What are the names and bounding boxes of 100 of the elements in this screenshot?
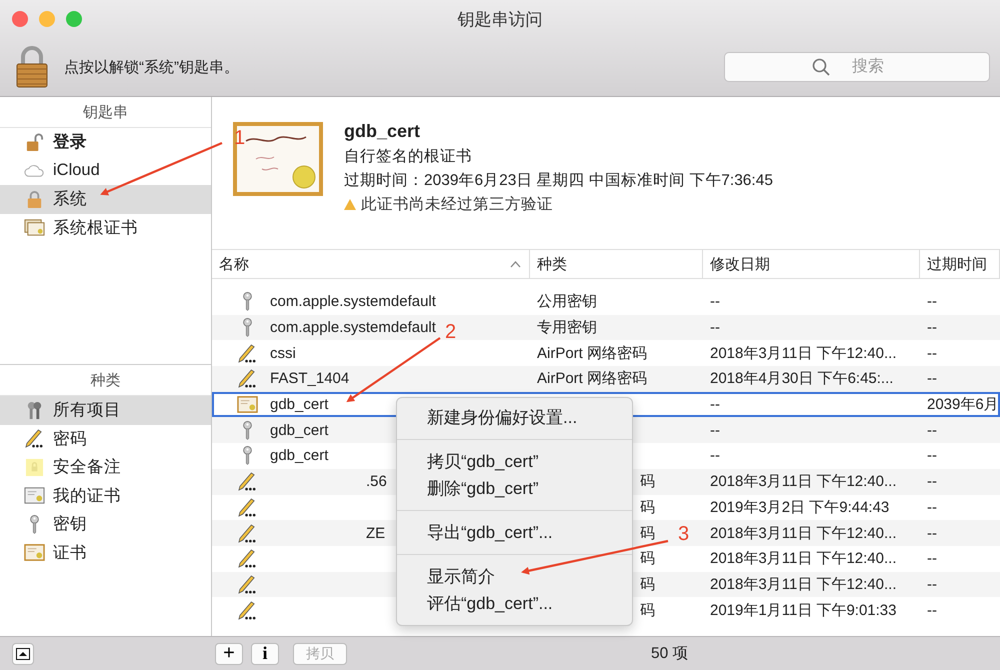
- unlocked-padlock-icon: [24, 132, 45, 152]
- table-cell: --: [927, 344, 937, 362]
- sidebar-header: 钥匙串: [83, 104, 128, 121]
- table-cell-text: 2018年3月11日 下午12:40...: [710, 524, 896, 544]
- column-header[interactable]: 种类: [530, 250, 703, 278]
- padlock-icon[interactable]: [14, 46, 50, 88]
- sort-caret-icon: [510, 260, 521, 268]
- sidebar-item[interactable]: 系统: [0, 185, 211, 214]
- expiry-date: 过期时间：2039年6月23日 星期四 中国标准时间 下午7:36:45: [344, 171, 773, 191]
- item-count: 50 项: [651, 644, 689, 664]
- table-cell: --: [927, 319, 937, 336]
- table-cell[interactable]: cssi: [270, 344, 296, 362]
- sidebar-item[interactable]: 所有项目: [0, 396, 211, 424]
- menu-item[interactable]: 拷贝“gdb_cert”: [397, 448, 632, 475]
- pencil-icon: [237, 369, 258, 388]
- menu-item[interactable]: 新建身份偏好设置...: [397, 404, 632, 431]
- close-button[interactable]: [12, 11, 28, 27]
- sidebar-item[interactable]: iCloud: [0, 156, 211, 185]
- window-title: 钥匙串访问: [458, 10, 542, 28]
- certificate-icon: [232, 121, 324, 197]
- table-cell[interactable]: ZE: [366, 524, 386, 542]
- sidebar-item[interactable]: 登录: [0, 128, 211, 156]
- table-cell: 码: [640, 498, 655, 517]
- add-button[interactable]: +: [215, 642, 243, 664]
- table-cell[interactable]: .56: [366, 473, 387, 490]
- table-cell: --: [927, 498, 937, 516]
- pencil-icon: [237, 524, 258, 543]
- table-cell: --: [927, 370, 937, 388]
- certificate-icon: [24, 486, 45, 506]
- table-cell[interactable]: com.apple.systemdefault: [270, 293, 436, 310]
- annotation-number: 3: [678, 524, 690, 544]
- table-cell: 码: [640, 524, 655, 543]
- lock-message: 点按以解锁“系统”钥匙串。: [64, 58, 240, 76]
- sidebar-item[interactable]: 安全备注: [0, 453, 211, 482]
- table-cell: AirPort 网络密码: [537, 344, 648, 363]
- table-cell: --: [927, 293, 937, 310]
- table-cell-text: --: [710, 292, 720, 312]
- pencil-icon: [237, 498, 258, 517]
- table-cell[interactable]: com.apple.systemdefault: [270, 319, 436, 336]
- pencil-icon: [237, 472, 258, 492]
- warning-text: 此证书尚未经过第三方验证: [361, 195, 553, 215]
- certificates-icon: [24, 218, 45, 238]
- table-cell-text: 2018年4月30日 下午6:45:...: [710, 369, 894, 390]
- search-field[interactable]: 搜索: [724, 52, 990, 82]
- table-cell: 专用密钥: [537, 318, 597, 338]
- table-cell: --: [927, 550, 937, 568]
- table-cell: AirPort 网络密码: [537, 369, 648, 388]
- table-cell-text: 2019年1月11日 下午9:01:33: [710, 600, 896, 621]
- zoom-button[interactable]: [66, 11, 82, 27]
- sidebar-item[interactable]: 系统根证书: [0, 214, 211, 242]
- certificate-type: 自行签名的根证书: [344, 147, 473, 167]
- toggle-sidebar-button[interactable]: [12, 642, 34, 664]
- table-cell[interactable]: gdb_cert: [270, 447, 328, 464]
- table-cell: 码: [640, 574, 655, 594]
- warning-icon: [344, 199, 356, 210]
- table-cell: --: [927, 473, 937, 490]
- column-header[interactable]: 名称: [212, 250, 530, 278]
- column-header[interactable]: 修改日期: [703, 250, 920, 278]
- table-cell: 码: [640, 472, 655, 492]
- pencil-icon: [24, 429, 45, 448]
- certificate-name: gdb_cert: [344, 121, 422, 142]
- table-cell: --: [927, 524, 937, 542]
- table-cell-text: --: [710, 420, 720, 441]
- table-cell[interactable]: gdb_cert: [270, 422, 328, 439]
- table-cell-text: 2018年3月11日 下午12:40...: [710, 549, 896, 570]
- table-cell: 码: [640, 549, 655, 568]
- table-cell: 2039年6月: [927, 395, 999, 414]
- table-cell: --: [927, 576, 937, 593]
- sidebar-item[interactable]: 密钥: [0, 510, 211, 538]
- certificate-icon: [24, 543, 45, 562]
- table-cell: --: [927, 422, 937, 439]
- menu-item[interactable]: 导出“gdb_cert”...: [397, 519, 632, 546]
- menu-item[interactable]: 评估“gdb_cert”...: [397, 590, 632, 617]
- table-cell: --: [927, 447, 937, 464]
- pencil-icon: [237, 574, 258, 594]
- table-cell: 公用密钥: [537, 292, 597, 312]
- sidebar-item[interactable]: 我的证书: [0, 482, 211, 510]
- column-header[interactable]: 过期时间: [920, 250, 1000, 278]
- search-icon: [812, 58, 830, 76]
- menu-item[interactable]: 删除“gdb_cert”: [397, 475, 632, 502]
- table-cell: --: [927, 602, 937, 619]
- sidebar-header: 种类: [90, 372, 120, 389]
- pencil-icon: [237, 344, 258, 363]
- table-cell-text: 2018年3月11日 下午12:40...: [710, 344, 896, 364]
- pencil-icon: [237, 549, 258, 568]
- sidebar-item[interactable]: 密码: [0, 424, 211, 453]
- info-button[interactable]: i: [251, 642, 279, 664]
- table-cell-text: --: [710, 318, 720, 338]
- pencil-icon: [237, 600, 258, 620]
- table-cell-text: 2019年3月2日 下午9:44:43: [710, 498, 890, 518]
- table-cell-text: --: [710, 446, 720, 466]
- sidebar-item[interactable]: 证书: [0, 538, 211, 567]
- annotation-number: 2: [445, 322, 456, 342]
- table-cell-text: 2018年3月11日 下午12:40...: [710, 574, 896, 595]
- table-cell[interactable]: gdb_cert: [270, 396, 328, 414]
- minimize-button[interactable]: [39, 11, 55, 27]
- table-cell: 码: [640, 600, 655, 620]
- secure-note-icon: [24, 458, 45, 477]
- table-cell[interactable]: FAST_1404: [270, 370, 350, 388]
- menu-item[interactable]: 显示简介: [397, 563, 632, 590]
